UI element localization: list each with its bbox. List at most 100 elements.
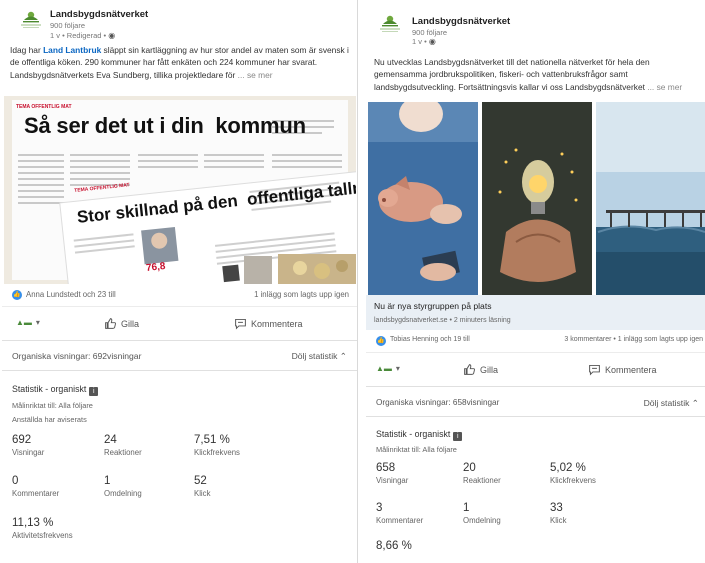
- organization-name[interactable]: Landsbygdsnätverket: [50, 9, 148, 20]
- newspaper-price: 76,8: [145, 261, 166, 274]
- actor-switcher[interactable]: ▲▬ ▾: [16, 318, 40, 327]
- caret-down-icon: ▾: [395, 364, 400, 373]
- metric-value: 24: [104, 434, 117, 446]
- metric-engagement-rate: 11,13 % Aktivitetsfrekvens: [12, 517, 73, 540]
- see-more-link[interactable]: ... se mer: [238, 70, 273, 80]
- stats-employees-notified: Anställda har aviserats: [12, 415, 87, 424]
- post-text: Nu utvecklas Landsbygdsnätverket till de…: [366, 56, 705, 102]
- organization-logo-icon[interactable]: [17, 8, 45, 30]
- stats-target: Målinriktat till: Alla följare: [12, 401, 93, 410]
- post-header: Landsbygdsnätverket 900 följare 1 v • ◉: [366, 0, 705, 46]
- metric-value: 8,66 %: [376, 540, 412, 552]
- post-card-left: Landsbygdsnätverket 900 följare 1 v • Re…: [2, 0, 358, 563]
- metric-label: Klickfrekvens: [550, 476, 596, 485]
- metric-click-rate: 5,02 % Klickfrekvens: [550, 462, 596, 485]
- hide-stats-toggle[interactable]: Dölj statistik ⌃: [644, 398, 699, 409]
- globe-icon: ◉: [428, 37, 436, 46]
- thumbs-up-icon: [105, 318, 116, 329]
- metric-label: Klickfrekvens: [194, 448, 240, 457]
- actor-switcher[interactable]: ▲▬ ▾: [376, 364, 400, 373]
- organic-views: Organiska visningar: 658visningar: [376, 398, 500, 407]
- metric-views: 692 Visningar: [12, 434, 44, 457]
- info-icon[interactable]: i: [453, 432, 463, 441]
- metric-value: 20: [463, 462, 476, 474]
- metric-label: Kommentarer: [376, 516, 424, 525]
- comment-label: Kommentera: [251, 319, 303, 329]
- newspaper-headline: Så ser det ut i din kommun: [24, 113, 306, 138]
- repost-count[interactable]: 1 inlägg som lagts upp igen: [254, 290, 349, 299]
- chevron-up-icon: ⌃: [339, 351, 347, 361]
- metric-comments: 0 Kommentarer: [12, 475, 59, 498]
- comment-button[interactable]: Kommentera: [234, 317, 303, 330]
- stats-title-text: Statistik - organiskt: [12, 384, 87, 394]
- comment-icon: [589, 364, 600, 376]
- follower-count: 900 följare: [412, 28, 448, 37]
- newspaper-tag: TEMA OFFENTLIG MAT: [16, 104, 72, 110]
- metric-value: 658: [376, 462, 396, 474]
- metric-shares: 1 Omdelning: [104, 475, 142, 498]
- follower-count: 900 följare: [50, 21, 86, 30]
- chevron-up-icon: ⌃: [691, 398, 699, 408]
- like-button[interactable]: Gilla: [104, 317, 139, 330]
- metric-label: Klick: [550, 516, 567, 525]
- hide-stats-label: Dölj statistik: [291, 351, 338, 361]
- info-icon[interactable]: i: [89, 387, 99, 396]
- metric-value: 5,02 %: [550, 462, 586, 474]
- metric-reactions: 20 Reaktioner: [463, 462, 501, 485]
- like-label: Gilla: [121, 319, 140, 329]
- metric-click-rate: 7,51 % Klickfrekvens: [194, 434, 240, 457]
- metric-label: Omdelning: [463, 516, 501, 525]
- metric-value: 1: [104, 475, 111, 487]
- post-meta-text: 1 v • Redigerad •: [50, 31, 107, 40]
- post-text: Idag har Land Lantbruk släppt sin kartlä…: [2, 44, 357, 96]
- hide-stats-label: Dölj statistik: [643, 398, 690, 408]
- metric-shares: 1 Omdelning: [463, 502, 501, 525]
- metric-label: Aktivitetsfrekvens: [12, 531, 73, 540]
- comments-reposts-count[interactable]: 3 kommentarer • 1 inlägg som lagts upp i…: [564, 336, 703, 343]
- metric-label: Reaktioner: [463, 476, 501, 485]
- metric-value: 33: [550, 502, 563, 514]
- stats-panel: Statistik - organiskt i Målinriktat till:…: [2, 370, 357, 560]
- post-image[interactable]: TEMA OFFENTLIG MAT Så ser det ut i din k…: [4, 96, 356, 284]
- post-meta: 1 v • ◉: [412, 37, 436, 46]
- post-image[interactable]: [366, 102, 705, 295]
- organization-logo-icon: ▲▬: [376, 364, 392, 373]
- metric-value: 692: [12, 434, 32, 446]
- metric-label: Omdelning: [104, 489, 142, 498]
- stats-target: Målinriktat till: Alla följare: [376, 445, 457, 454]
- metric-label: Klick: [194, 489, 211, 498]
- see-more-link[interactable]: ... se mer: [647, 82, 682, 92]
- reaction-summary: 👍 Tobias Henning och 19 till 3 kommentar…: [366, 330, 705, 352]
- organization-name[interactable]: Landsbygdsnätverket: [412, 16, 510, 27]
- post-meta: 1 v • Redigerad • ◉: [50, 31, 115, 40]
- metric-engagement-rate: 8,66 %: [376, 540, 412, 552]
- post-header: Landsbygdsnätverket 900 följare 1 v • Re…: [2, 0, 357, 44]
- hide-stats-toggle[interactable]: Dölj statistik ⌃: [292, 351, 347, 362]
- metric-clicks: 33 Klick: [550, 502, 566, 525]
- mention-link[interactable]: Land Lantbruk: [43, 45, 101, 55]
- metric-value: 0: [12, 475, 19, 487]
- reaction-names[interactable]: Anna Lundstedt och 23 till: [26, 290, 116, 299]
- like-button[interactable]: Gilla: [463, 363, 498, 376]
- comment-button[interactable]: Kommentera: [588, 363, 657, 376]
- photo-collage-graphic: [368, 102, 705, 295]
- metric-label: Kommentarer: [12, 489, 60, 498]
- post-card-right: Landsbygdsnätverket 900 följare 1 v • ◉ …: [366, 0, 705, 563]
- metric-label: Visningar: [12, 448, 45, 457]
- organization-logo-icon[interactable]: [376, 12, 404, 34]
- link-title[interactable]: Nu är nya styrgruppen på plats: [374, 301, 492, 311]
- reaction-names[interactable]: Tobias Henning och 19 till: [390, 336, 470, 343]
- caret-down-icon: ▾: [35, 318, 40, 327]
- link-preview[interactable]: Nu är nya styrgruppen på plats landsbygd…: [366, 295, 705, 330]
- organic-views-row: Organiska visningar: 658visningar Dölj s…: [366, 386, 705, 416]
- metric-value: 7,51 %: [194, 434, 230, 446]
- metric-clicks: 52 Klick: [194, 475, 210, 498]
- like-badge-icon: 👍: [376, 336, 386, 346]
- metric-value: 11,13 %: [12, 517, 54, 529]
- stats-title-text: Statistik - organiskt: [376, 429, 451, 439]
- like-badge-icon: 👍: [12, 290, 22, 300]
- post-text-part: Nu utvecklas Landsbygdsnätverket till de…: [374, 57, 650, 92]
- metric-value: 52: [194, 475, 207, 487]
- organization-logo-icon: ▲▬: [16, 318, 32, 327]
- metric-value: 1: [463, 502, 470, 514]
